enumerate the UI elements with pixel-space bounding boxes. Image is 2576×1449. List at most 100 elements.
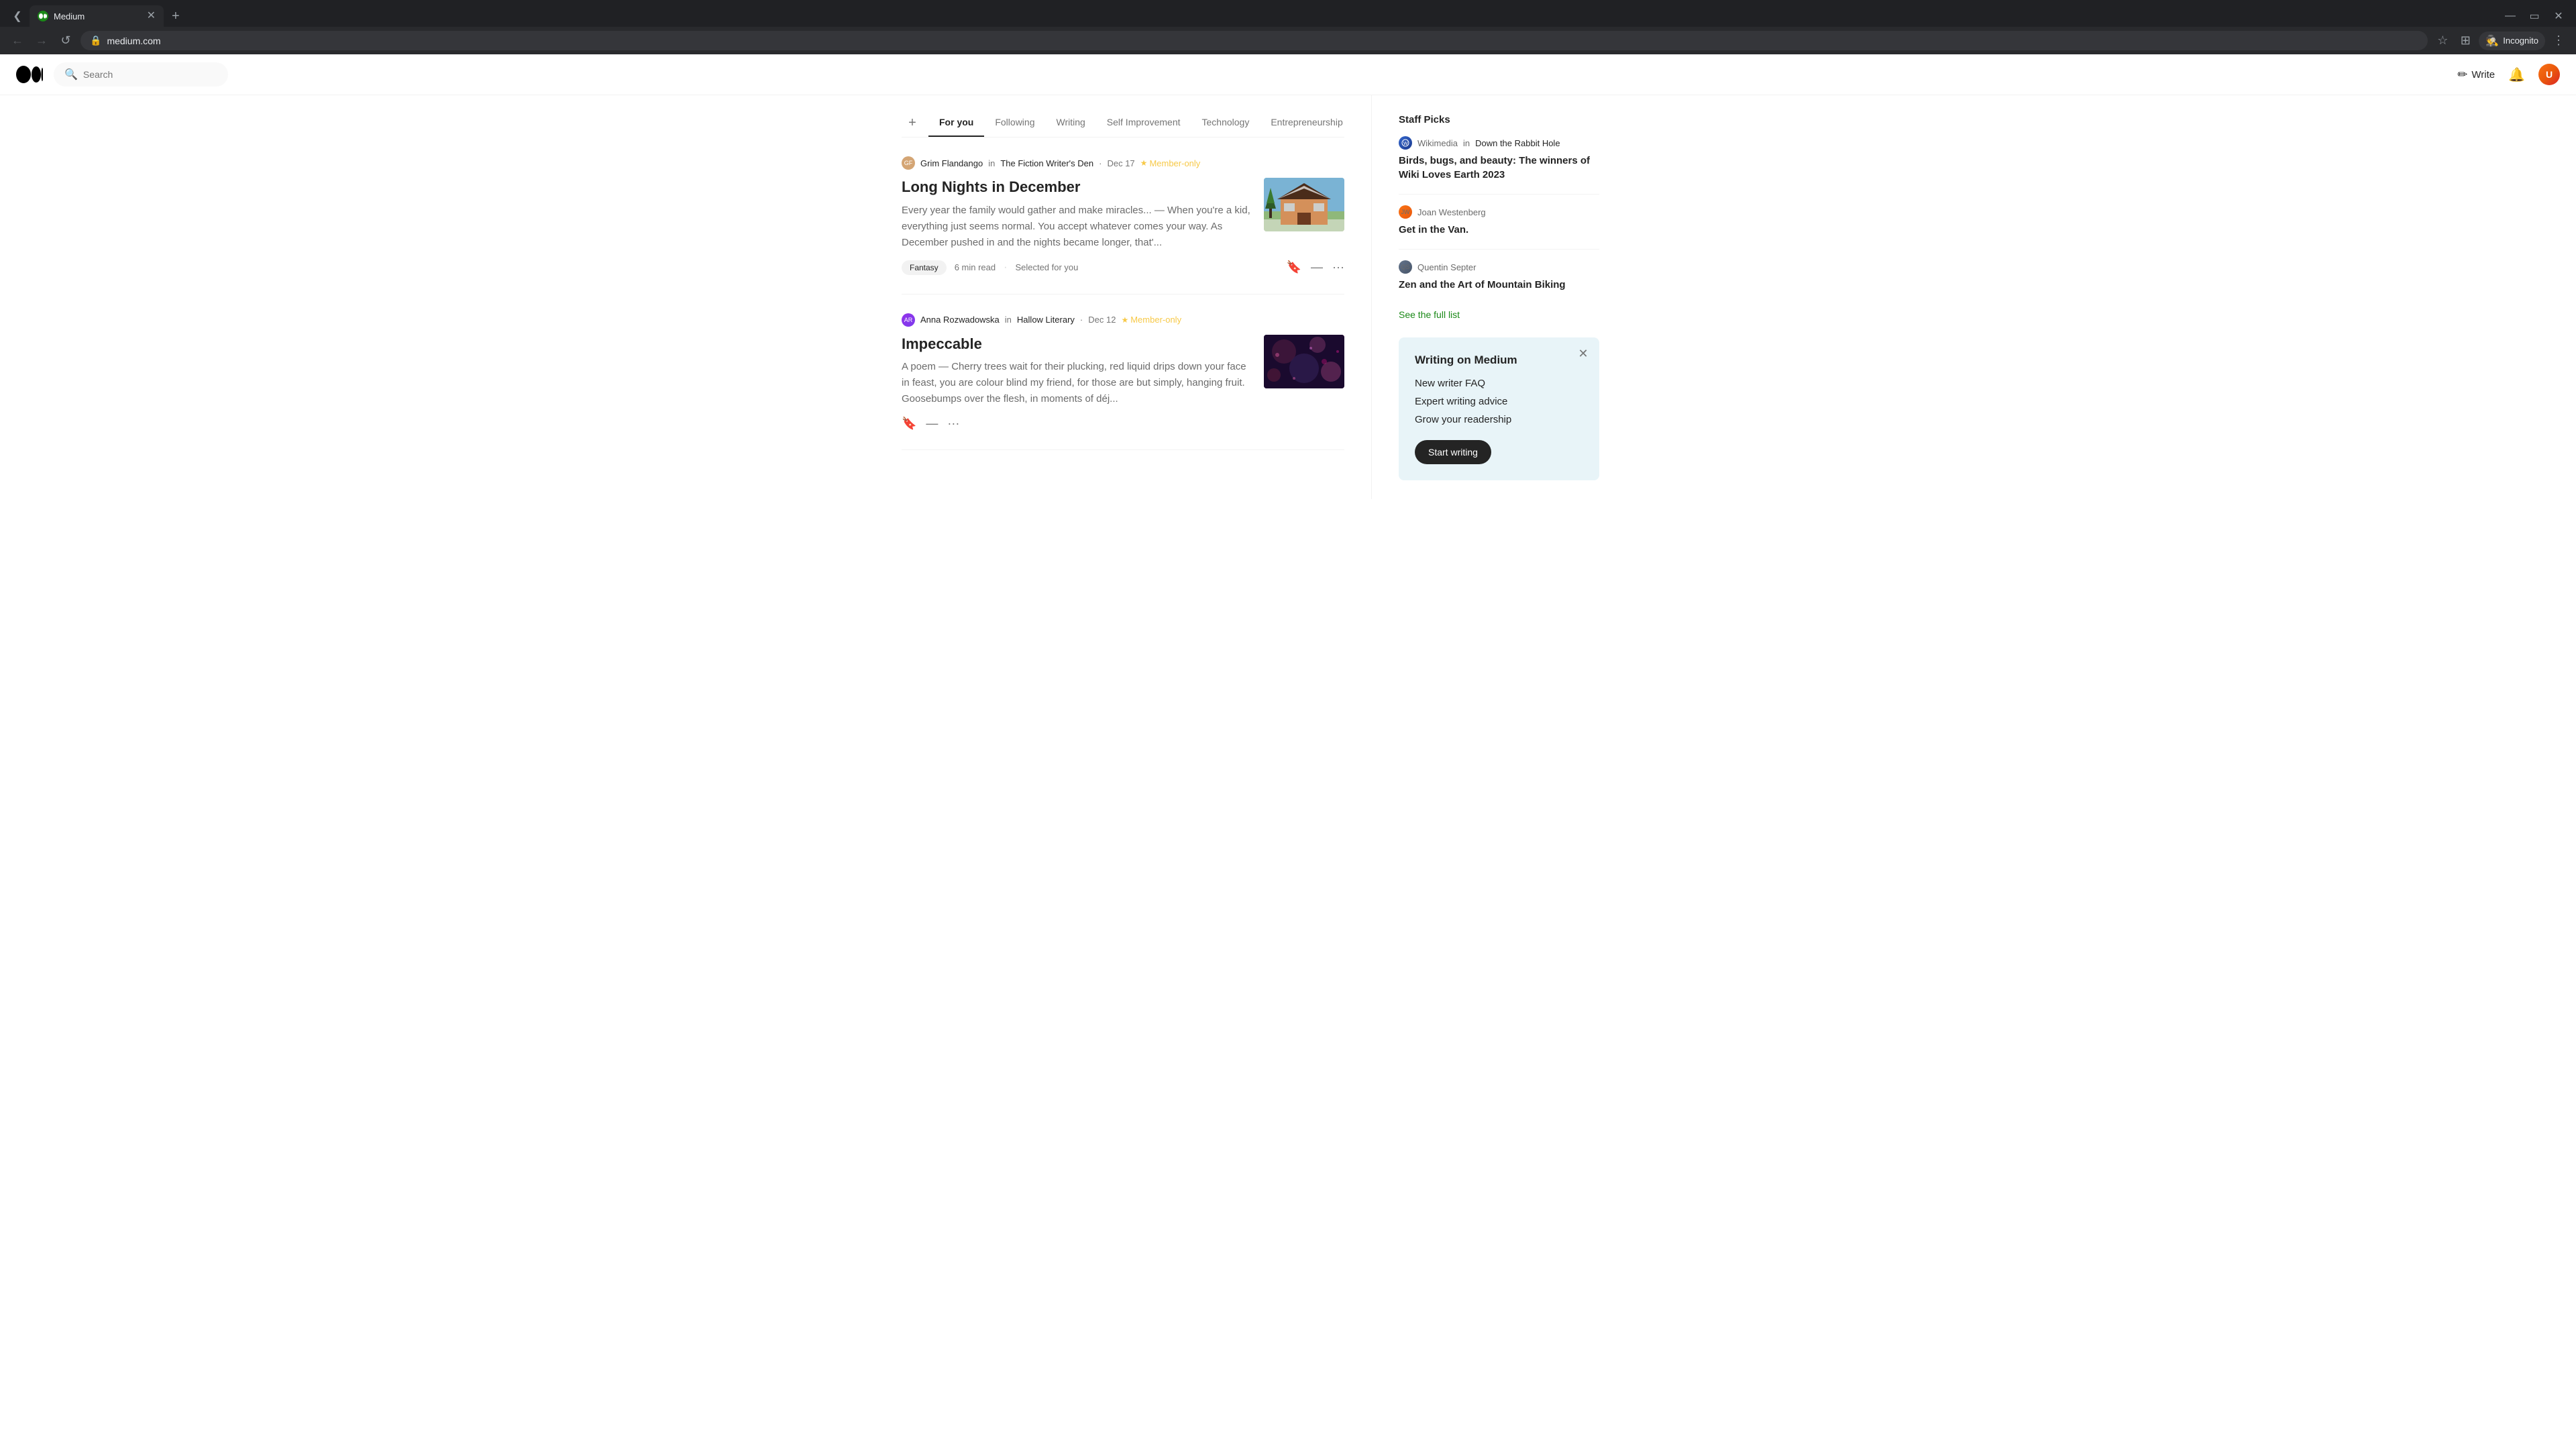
article-excerpt: A poem — Cherry trees wait for their plu… — [902, 359, 1253, 407]
pick-author-name[interactable]: Joan Westenberg — [1417, 207, 1486, 217]
toolbar-actions: ☆ ⊞ 🕵 Incognito ⋮ — [2433, 32, 2568, 50]
selected-badge: Selected for you — [1015, 262, 1078, 272]
search-icon: 🔍 — [64, 68, 78, 81]
tab-self-improvement[interactable]: Self Improvement — [1096, 109, 1191, 137]
tab-following[interactable]: Following — [984, 109, 1045, 137]
pick-author-avatar: JW — [1399, 205, 1412, 219]
maximize-button[interactable]: ▭ — [2525, 7, 2544, 25]
publication-name[interactable]: The Fiction Writer's Den — [1000, 158, 1093, 168]
new-writer-faq-link[interactable]: New writer FAQ — [1415, 378, 1583, 389]
article-thumbnail[interactable] — [1264, 335, 1344, 388]
pick-author-name[interactable]: Wikimedia — [1417, 138, 1458, 148]
tab-writing[interactable]: Writing — [1045, 109, 1095, 137]
search-bar[interactable]: 🔍 Search — [54, 62, 228, 87]
sidebar: Staff Picks W Wikimedia in Down the Rabb… — [1371, 95, 1599, 499]
new-tab-button[interactable]: + — [166, 6, 185, 27]
tab-bar: ❮ Medium ✕ + — ▭ ✕ — [0, 0, 2576, 27]
expert-writing-advice-link[interactable]: Expert writing advice — [1415, 396, 1583, 407]
publication-name[interactable]: Hallow Literary — [1017, 315, 1075, 325]
article-tag[interactable]: Fantasy — [902, 260, 947, 275]
article-meta: AR Anna Rozwadowska in Hallow Literary ·… — [902, 313, 1344, 327]
notifications-button[interactable]: 🔔 — [2508, 66, 2525, 83]
less-like-button[interactable]: — — [926, 417, 938, 431]
address-text: medium.com — [107, 36, 2418, 46]
article-excerpt: Every year the family would gather and m… — [902, 203, 1253, 251]
address-security-icon: 🔒 — [90, 35, 101, 46]
staff-pick: QS Quentin Septer Zen and the Art of Mou… — [1399, 260, 1599, 292]
article-content: Impeccable A poem — Cherry trees wait fo… — [902, 335, 1344, 408]
tab-expand-btn[interactable]: ❮ — [8, 7, 27, 25]
add-topic-button[interactable]: + — [902, 112, 923, 133]
writing-card-close-button[interactable]: ✕ — [1575, 345, 1591, 362]
pick-author: QS Quentin Septer — [1399, 260, 1599, 274]
tab-for-you[interactable]: For you — [928, 109, 984, 137]
search-placeholder: Search — [83, 69, 113, 80]
tab-entrepreneurship[interactable]: Entrepreneurship — [1260, 109, 1344, 137]
browser-toolbar: ← → ↺ 🔒 medium.com ☆ ⊞ 🕵 Incognito ⋮ — [0, 27, 2576, 54]
author-name[interactable]: Grim Flandango — [920, 158, 983, 168]
forward-button[interactable]: → — [32, 32, 51, 50]
user-avatar[interactable]: U — [2538, 64, 2560, 85]
meta-dot: · — [1099, 158, 1102, 168]
pick-publication[interactable]: Down the Rabbit Hole — [1475, 138, 1560, 148]
article-title[interactable]: Impeccable — [902, 335, 1253, 354]
tab-title: Medium — [54, 11, 142, 21]
article-date: Dec 12 — [1088, 315, 1116, 325]
window-controls: — ▭ ✕ — [2501, 7, 2568, 25]
article-text: Impeccable A poem — Cherry trees wait fo… — [902, 335, 1253, 408]
minimize-button[interactable]: — — [2501, 7, 2520, 25]
back-button[interactable]: ← — [8, 32, 27, 50]
member-badge: ★ Member-only — [1121, 315, 1181, 325]
menu-button[interactable]: ⋮ — [2549, 32, 2568, 50]
extension-puzzle-button[interactable]: ⊞ — [2456, 32, 2475, 50]
meta-separator: in — [1005, 315, 1012, 325]
author-avatar: AR — [902, 313, 915, 327]
grow-readership-link[interactable]: Grow your readership — [1415, 414, 1583, 425]
article-text: Long Nights in December Every year the f… — [902, 178, 1253, 251]
avatar-image: U — [2538, 64, 2560, 85]
write-button[interactable]: ✏ Write — [2457, 68, 2495, 82]
author-avatar: GF — [902, 156, 915, 170]
pick-author: W Wikimedia in Down the Rabbit Hole — [1399, 136, 1599, 150]
more-options-button[interactable]: ··· — [947, 417, 959, 431]
incognito-label: Incognito — [2503, 36, 2538, 46]
article-meta: GF Grim Flandango in The Fiction Writer'… — [902, 156, 1344, 170]
start-writing-button[interactable]: Start writing — [1415, 440, 1491, 464]
tab-close-btn[interactable]: ✕ — [147, 11, 156, 21]
nav-actions: ✏ Write 🔔 U — [2457, 64, 2560, 85]
article-card: AR Anna Rozwadowska in Hallow Literary ·… — [902, 294, 1344, 451]
see-full-list-link[interactable]: See the full list — [1399, 309, 1460, 320]
article-date: Dec 17 — [1107, 158, 1134, 168]
article-title[interactable]: Long Nights in December — [902, 178, 1253, 197]
less-like-button[interactable]: — — [1311, 260, 1323, 274]
browser-tab-medium[interactable]: Medium ✕ — [30, 5, 164, 27]
address-bar[interactable]: 🔒 medium.com — [80, 31, 2428, 50]
medium-navbar: 🔍 Search ✏ Write 🔔 U — [0, 54, 2576, 95]
close-window-button[interactable]: ✕ — [2549, 7, 2568, 25]
tab-favicon — [38, 11, 48, 21]
reload-button[interactable]: ↺ — [56, 32, 75, 50]
bookmark-star-button[interactable]: ☆ — [2433, 32, 2452, 50]
medium-logo[interactable] — [16, 66, 43, 83]
star-icon: ★ — [1121, 315, 1128, 325]
pick-title[interactable]: Zen and the Art of Mountain Biking — [1399, 278, 1599, 292]
tabs-bar: + For you Following Writing Self Improve… — [902, 95, 1344, 138]
star-icon: ★ — [1140, 158, 1148, 168]
staff-pick: JW Joan Westenberg Get in the Van. — [1399, 205, 1599, 237]
more-options-button[interactable]: ··· — [1332, 260, 1344, 274]
meta-dot: · — [1080, 315, 1083, 325]
pick-author-name[interactable]: Quentin Septer — [1417, 262, 1476, 272]
main-layout: + For you Following Writing Self Improve… — [885, 95, 1690, 499]
pick-author: JW Joan Westenberg — [1399, 205, 1599, 219]
pick-title[interactable]: Birds, bugs, and beauty: The winners of … — [1399, 154, 1599, 182]
pick-divider — [1399, 194, 1599, 195]
member-badge: ★ Member-only — [1140, 158, 1201, 168]
tab-technology[interactable]: Technology — [1191, 109, 1260, 137]
author-name[interactable]: Anna Rozwadowska — [920, 315, 1000, 325]
pick-title[interactable]: Get in the Van. — [1399, 223, 1599, 237]
bookmark-button[interactable]: 🔖 — [1287, 260, 1301, 274]
incognito-badge[interactable]: 🕵 Incognito — [2479, 32, 2545, 50]
meta-separator: in — [988, 158, 995, 168]
bookmark-button[interactable]: 🔖 — [902, 417, 916, 431]
article-thumbnail[interactable] — [1264, 178, 1344, 231]
